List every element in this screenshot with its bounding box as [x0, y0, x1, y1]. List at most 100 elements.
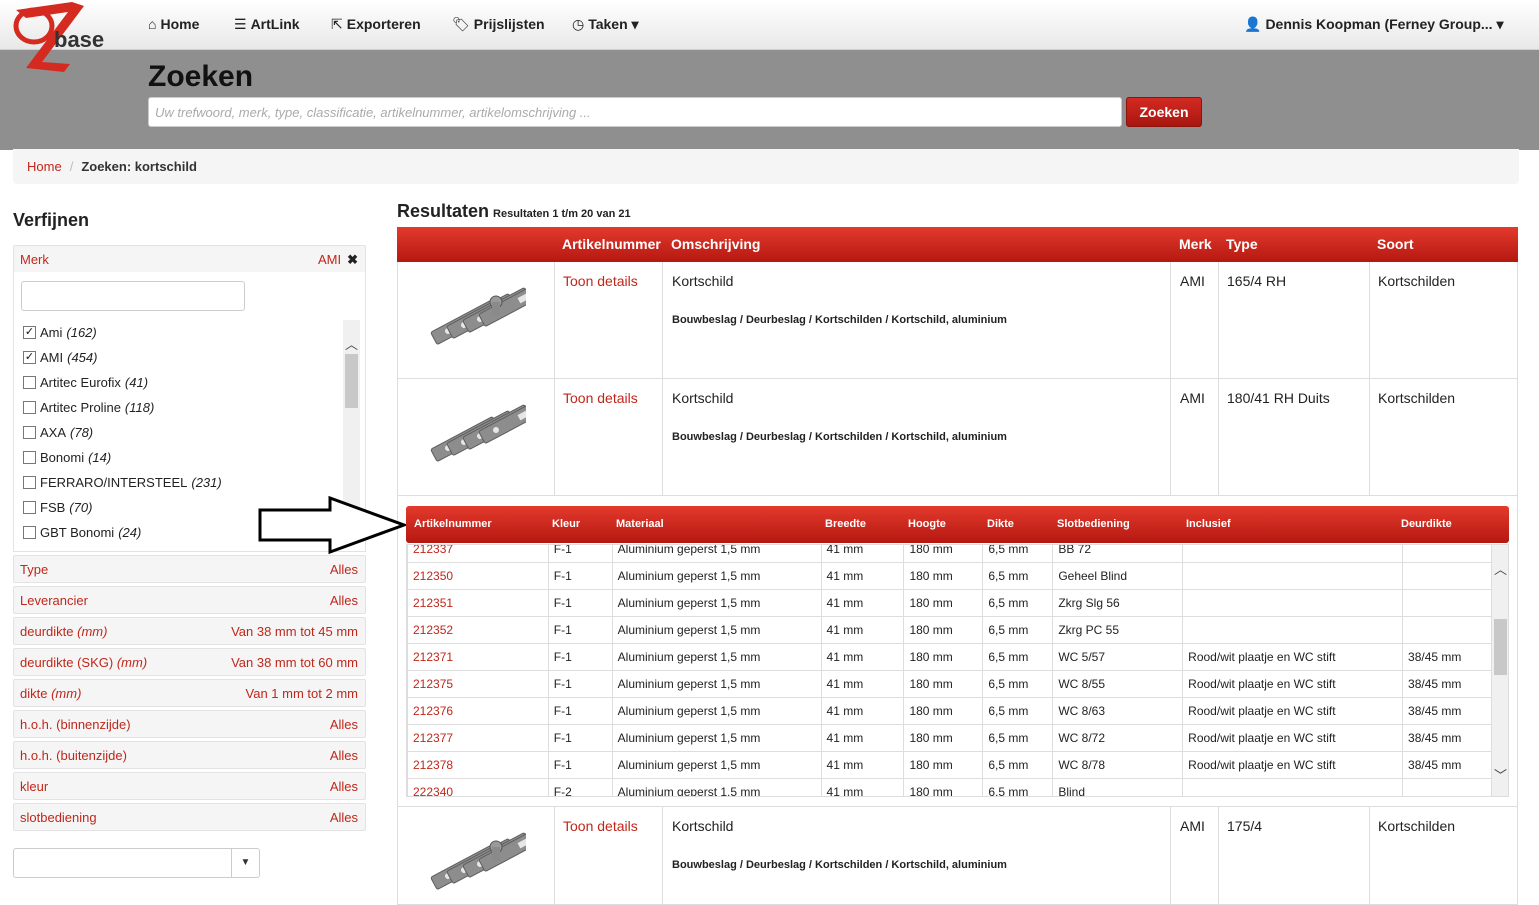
variant-cell: Rood/wit plaatje en WC stift	[1182, 697, 1404, 725]
result-row: Toon details Kortschild Bouwbeslag / Deurb…	[397, 807, 1518, 905]
variant-artikelnummer-link[interactable]: 212352	[407, 616, 549, 644]
variant-cell: 180 mm	[903, 778, 984, 796]
variant-row[interactable]: 212376 F-1 Aluminium geperst 1,5 mm 41 mm 18…	[407, 697, 1492, 725]
variant-artikelnummer-link[interactable]: 212351	[407, 589, 549, 617]
user-menu[interactable]: 👤 Dennis Koopman (Ferney Group... ▾	[1244, 16, 1504, 33]
variant-artikelnummer-link[interactable]: 212376	[407, 697, 549, 725]
variant-row[interactable]: 212351 F-1 Aluminium geperst 1,5 mm 41 mm 18…	[407, 589, 1492, 617]
product-image[interactable]	[426, 284, 526, 354]
checkbox[interactable]: ✓	[23, 326, 36, 339]
merk-option-count: (118)	[124, 400, 155, 415]
variant-row[interactable]: 212371 F-1 Aluminium geperst 1,5 mm 41 mm 18…	[407, 643, 1492, 671]
toon-details-link[interactable]: Toon details	[563, 818, 638, 834]
facet-header[interactable]: h.o.h. (buitenzijde) Alles	[13, 741, 366, 769]
clear-icon[interactable]: ✖	[347, 252, 358, 267]
merk-option[interactable]: ✓ Ami (162)	[23, 320, 343, 345]
variant-row[interactable]: 212375 F-1 Aluminium geperst 1,5 mm 41 mm 18…	[407, 670, 1492, 698]
toon-details-link[interactable]: Toon details	[563, 273, 638, 289]
checkbox[interactable]	[23, 376, 36, 389]
nav-exporteren[interactable]: ⇱ Exporteren	[331, 16, 421, 33]
variant-scroll-thumb[interactable]	[1494, 619, 1507, 675]
col-omschrijving[interactable]: Omschrijving	[671, 236, 760, 252]
facet-value: Alles	[329, 593, 358, 608]
scroll-up-icon[interactable]: ︿	[1492, 559, 1508, 578]
facet-header[interactable]: kleur Alles	[13, 772, 366, 800]
scroll-down-icon[interactable]: ﹀	[1492, 765, 1508, 784]
checkbox[interactable]	[23, 476, 36, 489]
variant-row[interactable]: 212337 F-1 Aluminium geperst 1,5 mm 41 mm 18…	[407, 545, 1492, 563]
facet-merk-header[interactable]: Merk AMI ✖	[13, 245, 366, 273]
nav-artlink[interactable]: ☰ ArtLink	[234, 16, 300, 33]
variant-cell: 6,5 mm	[982, 562, 1054, 590]
chevron-down-icon[interactable]: ▼	[231, 849, 259, 877]
user-menu-label: Dennis Koopman (Ferney Group... ▾	[1265, 16, 1504, 32]
variant-artikelnummer-link[interactable]: 212337	[407, 545, 549, 563]
facet-header[interactable]: dikte (mm) Van 1 mm tot 2 mm	[13, 679, 366, 707]
facet-header[interactable]: slotbediening Alles	[13, 803, 366, 831]
variant-artikelnummer-link[interactable]: 212371	[407, 643, 549, 671]
merk-option[interactable]: AXA (78)	[23, 420, 343, 445]
variant-row[interactable]: 212378 F-1 Aluminium geperst 1,5 mm 41 mm 18…	[407, 751, 1492, 779]
nav-taken[interactable]: ◷ Taken ▾	[572, 16, 639, 33]
var-col-artikelnummer[interactable]: Artikelnummer	[414, 518, 492, 530]
checkbox[interactable]	[23, 451, 36, 464]
variant-artikelnummer-link[interactable]: 212377	[407, 724, 549, 752]
merk-option[interactable]: ✓ AMI (454)	[23, 345, 343, 370]
var-col-kleur[interactable]: Kleur	[552, 518, 580, 530]
merk-scroll-thumb[interactable]	[345, 354, 358, 408]
var-col-inclusief[interactable]: Inclusief	[1186, 518, 1231, 530]
variant-artikelnummer-link[interactable]: 212350	[407, 562, 549, 590]
facet-header[interactable]: Type Alles	[13, 555, 366, 583]
product-image[interactable]	[426, 829, 526, 899]
merk-filter-input[interactable]	[21, 281, 245, 311]
merk-option[interactable]: Artitec Proline (118)	[23, 395, 343, 420]
variant-scrollbar[interactable]: ︿ ﹀	[1492, 545, 1508, 796]
checkbox[interactable]: ✓	[23, 351, 36, 364]
user-icon: 👤	[1244, 16, 1262, 32]
checkbox[interactable]	[23, 401, 36, 414]
variant-cell: 6,5 mm	[982, 697, 1054, 725]
var-col-slotbediening[interactable]: Slotbediening	[1057, 518, 1130, 530]
col-merk[interactable]: Merk	[1179, 236, 1212, 252]
facet-header[interactable]: deurdikte (SKG) (mm) Van 38 mm tot 60 mm	[13, 648, 366, 676]
breadcrumb-home[interactable]: Home	[27, 159, 62, 174]
sort-select[interactable]: ▼	[13, 848, 260, 878]
variant-cell	[1402, 616, 1492, 644]
variant-cell: WC 5/57	[1052, 643, 1184, 671]
variant-row[interactable]: 212377 F-1 Aluminium geperst 1,5 mm 41 mm 18…	[407, 724, 1492, 752]
variant-row[interactable]: 212350 F-1 Aluminium geperst 1,5 mm 41 mm 18…	[407, 562, 1492, 590]
toon-details-link[interactable]: Toon details	[563, 390, 638, 406]
variant-cell: 180 mm	[903, 670, 984, 698]
product-image[interactable]	[426, 401, 526, 471]
ezbase-logo[interactable]: base	[12, 2, 112, 74]
variant-artikelnummer-link[interactable]: 212375	[407, 670, 549, 698]
var-col-materiaal[interactable]: Materiaal	[616, 518, 664, 530]
merk-option-count: (231)	[191, 475, 222, 490]
col-artikelnummer[interactable]: Artikelnummer	[562, 236, 661, 252]
merk-option[interactable]: Artitec Eurofix (41)	[23, 370, 343, 395]
variant-row[interactable]: 222340 F-2 Aluminium geperst 1,5 mm 41 mm 18…	[407, 778, 1492, 796]
checkbox[interactable]	[23, 426, 36, 439]
scroll-up-icon[interactable]: ︿	[343, 334, 360, 353]
col-soort[interactable]: Soort	[1377, 236, 1414, 252]
var-col-dikte[interactable]: Dikte	[987, 518, 1014, 530]
col-type[interactable]: Type	[1226, 236, 1258, 252]
facet-header[interactable]: deurdikte (mm) Van 38 mm tot 45 mm	[13, 617, 366, 645]
checkbox[interactable]	[23, 501, 36, 514]
facet-header[interactable]: h.o.h. (binnenzijde) Alles	[13, 710, 366, 738]
variant-row[interactable]: 212352 F-1 Aluminium geperst 1,5 mm 41 mm 18…	[407, 616, 1492, 644]
merk-option[interactable]: Bonomi (14)	[23, 445, 343, 470]
checkbox[interactable]	[23, 526, 36, 539]
facet-header[interactable]: Leverancier Alles	[13, 586, 366, 614]
annotation-arrow-icon	[258, 496, 406, 555]
var-col-hoogte[interactable]: Hoogte	[908, 518, 946, 530]
variant-artikelnummer-link[interactable]: 212378	[407, 751, 549, 779]
search-button[interactable]: Zoeken	[1126, 97, 1202, 127]
search-input[interactable]	[148, 97, 1122, 127]
nav-home[interactable]: ⌂ Home	[148, 16, 199, 32]
var-col-deurdikte[interactable]: Deurdikte	[1401, 518, 1452, 530]
nav-prijslijsten[interactable]: 🏷 Prijslijsten	[452, 16, 545, 33]
variant-artikelnummer-link[interactable]: 222340	[407, 778, 549, 796]
merk-option[interactable]: FERRARO/INTERSTEEL (231)	[23, 470, 343, 495]
var-col-breedte[interactable]: Breedte	[825, 518, 866, 530]
